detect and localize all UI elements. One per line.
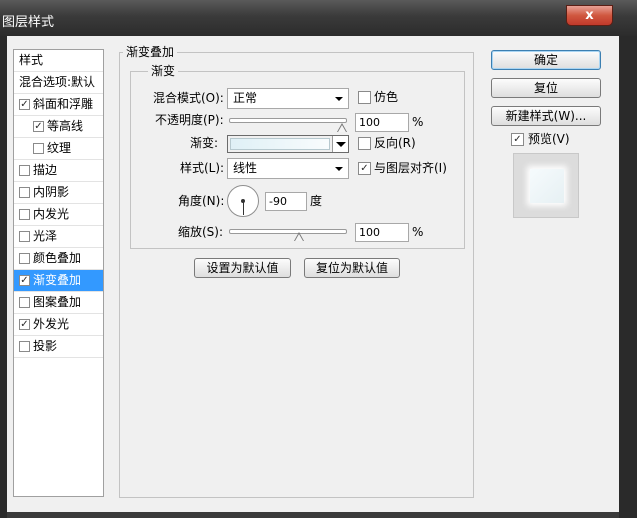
style-list-checkbox[interactable] [19, 341, 30, 352]
style-list-checkbox[interactable] [19, 209, 30, 220]
subgroup-title: 渐变 [148, 64, 179, 78]
chevron-down-icon[interactable] [332, 136, 348, 152]
list-header-styles-label: 样式 [19, 53, 44, 67]
style-list: 样式 混合选项:默认 ✓ 斜面和浮雕 ✓ 等高线 纹理 描边 内阴影 内发光 光泽 颜色叠加 ✓ 渐变… [13, 49, 104, 497]
style-list-item-label: 投影 [33, 339, 58, 353]
style-list-item[interactable]: 描边 [14, 160, 103, 182]
angle-unit: 度 [310, 194, 323, 208]
scale-unit: % [412, 225, 424, 239]
style-list-item[interactable]: ✓ 等高线 [14, 116, 103, 138]
style-list-item-label: 描边 [33, 163, 58, 177]
style-value: 线性 [233, 161, 258, 175]
angle-dial-icon[interactable] [227, 185, 259, 217]
angle-indicator [243, 201, 244, 215]
dither-checkbox[interactable] [358, 91, 371, 104]
style-list-item-label: 外发光 [33, 317, 70, 331]
style-list-checkbox[interactable] [19, 297, 30, 308]
style-list-item-label: 斜面和浮雕 [33, 97, 94, 111]
opacity-label: 不透明度(P): [155, 113, 224, 127]
reverse-checkbox[interactable] [358, 137, 371, 150]
style-list-item-label: 内发光 [33, 207, 70, 221]
preview-label: 预览(V) [528, 132, 570, 146]
style-list-item-label: 颜色叠加 [33, 251, 82, 265]
style-list-checkbox[interactable] [19, 253, 30, 264]
style-list-checkbox[interactable] [19, 165, 30, 176]
gradient-swatch[interactable] [230, 138, 330, 150]
list-header-styles[interactable]: 样式 [14, 50, 103, 72]
reset-default-button[interactable]: 复位为默认值 [304, 258, 400, 278]
set-default-button[interactable]: 设置为默认值 [194, 258, 291, 278]
style-preview [513, 153, 579, 218]
style-list-checkbox[interactable]: ✓ [19, 275, 30, 286]
window-frame-right [619, 36, 637, 518]
blend-mode-label: 混合模式(O): [153, 91, 224, 105]
window-frame-left [0, 36, 7, 518]
style-list-item-label: 内阴影 [33, 185, 70, 199]
gradient-label: 渐变: [190, 136, 219, 150]
blend-mode-value: 正常 [233, 91, 258, 105]
style-list-checkbox[interactable] [19, 231, 30, 242]
angle-center [241, 199, 245, 203]
opacity-input[interactable]: 100 [355, 113, 409, 132]
angle-input[interactable]: -90 [265, 192, 307, 211]
group-title: 渐变叠加 [123, 45, 178, 59]
close-icon[interactable]: x [585, 8, 593, 23]
style-list-checkbox[interactable] [19, 187, 30, 198]
style-list-item-label: 纹理 [47, 141, 72, 155]
style-list-item[interactable]: 内发光 [14, 204, 103, 226]
style-select[interactable]: 线性 [227, 158, 349, 179]
style-list-item[interactable]: 光泽 [14, 226, 103, 248]
style-list-item-label: 渐变叠加 [33, 273, 82, 287]
style-list-item[interactable]: 内阴影 [14, 182, 103, 204]
list-header-blend-options[interactable]: 混合选项:默认 [14, 72, 103, 94]
dialog-body: 样式 混合选项:默认 ✓ 斜面和浮雕 ✓ 等高线 纹理 描边 内阴影 内发光 光泽 颜色叠加 ✓ 渐变… [7, 36, 619, 512]
style-list-item[interactable]: 纹理 [14, 138, 103, 160]
window-frame-bottom [7, 512, 619, 518]
style-list-item-label: 等高线 [47, 119, 84, 133]
style-list-item[interactable]: ✓ 斜面和浮雕 [14, 94, 103, 116]
opacity-slider[interactable] [229, 118, 347, 123]
reverse-label: 反向(R) [374, 136, 416, 150]
reset-button[interactable]: 复位 [491, 78, 601, 98]
style-list-item[interactable]: ✓ 外发光 [14, 314, 103, 336]
style-list-checkbox[interactable]: ✓ [19, 99, 30, 110]
dither-label: 仿色 [374, 90, 399, 104]
style-list-item[interactable]: 图案叠加 [14, 292, 103, 314]
style-list-item[interactable]: 投影 [14, 336, 103, 358]
gradient-picker[interactable] [227, 135, 349, 153]
window-title: 图层样式 [2, 15, 55, 30]
scale-slider-thumb-icon[interactable] [294, 232, 304, 241]
style-label: 样式(L): [180, 161, 225, 175]
close-button[interactable]: x [566, 5, 613, 26]
scale-input[interactable]: 100 [355, 223, 409, 242]
align-with-layer-label: 与图层对齐(I) [374, 161, 447, 175]
opacity-unit: % [412, 115, 424, 129]
style-list-checkbox[interactable] [33, 143, 44, 154]
scale-label: 缩放(S): [178, 225, 224, 239]
chevron-down-icon [335, 97, 343, 101]
style-list-item-label: 光泽 [33, 229, 58, 243]
style-list-item[interactable]: ✓ 渐变叠加 [14, 270, 103, 292]
style-list-item-label: 图案叠加 [33, 295, 82, 309]
blend-mode-select[interactable]: 正常 [227, 88, 349, 109]
list-header-blend-label: 混合选项:默认 [19, 75, 96, 89]
preview-checkbox[interactable]: ✓ [511, 133, 524, 146]
new-style-button[interactable]: 新建样式(W)... [491, 106, 601, 126]
title-bar: 图层样式 x [0, 0, 637, 36]
opacity-slider-thumb-icon[interactable] [337, 123, 347, 132]
ok-button[interactable]: 确定 [491, 50, 601, 70]
chevron-down-icon [335, 167, 343, 171]
align-with-layer-checkbox[interactable]: ✓ [358, 162, 371, 175]
scale-slider[interactable] [229, 229, 347, 234]
angle-label: 角度(N): [178, 194, 225, 208]
style-list-item[interactable]: 颜色叠加 [14, 248, 103, 270]
style-list-checkbox[interactable]: ✓ [19, 319, 30, 330]
style-list-checkbox[interactable]: ✓ [33, 121, 44, 132]
preview-swatch [530, 169, 564, 203]
